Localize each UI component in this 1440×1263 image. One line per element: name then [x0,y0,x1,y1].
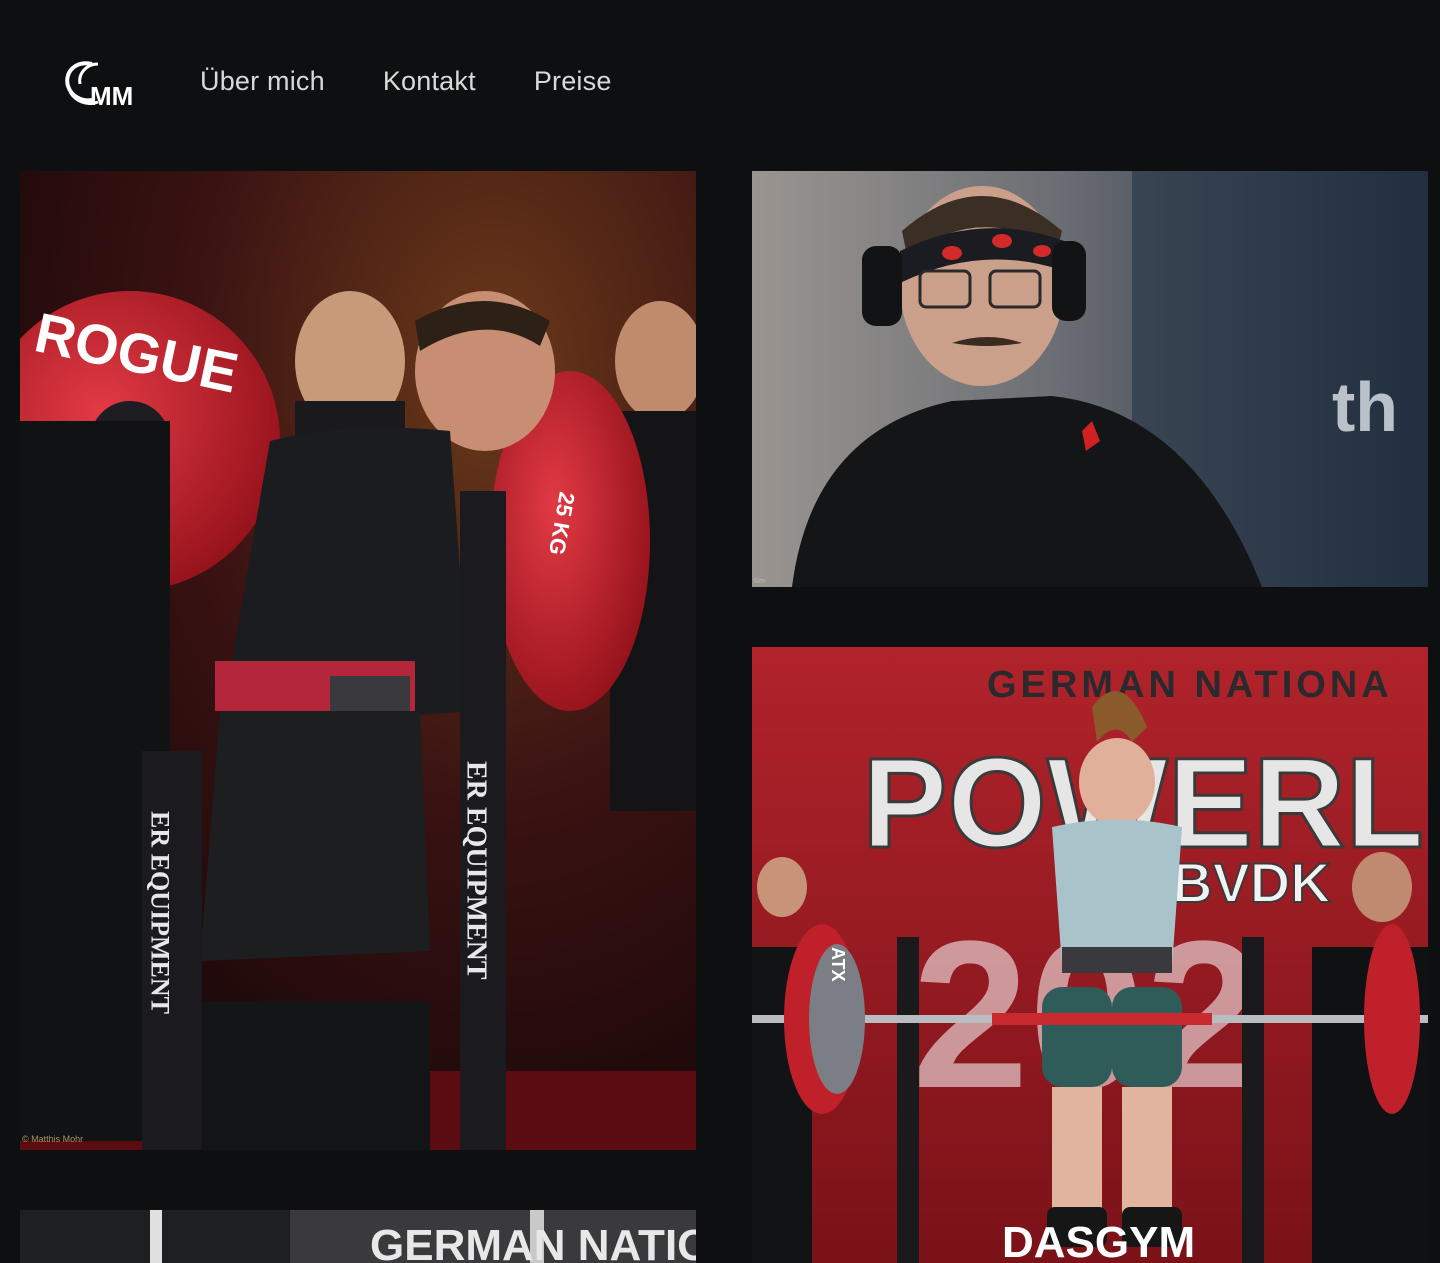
nav-ueber-mich[interactable]: Über mich [200,66,325,97]
site-header: MM Über mich Kontakt Preise [0,0,1440,170]
photo-portrait-headphones[interactable]: th ©m [752,171,1428,587]
banner-top: GERMAN NATIONA [987,664,1393,706]
photo-credit: © Matthis Mohr [22,1134,84,1144]
rack-text-left: ER EQUIPMENT [146,811,175,1014]
logo-mm-icon[interactable]: MM [62,58,136,112]
banner-top-2: GERMAN NATIONA [370,1221,696,1263]
plate-brand-atx: ATX [828,947,848,982]
photo-squat-lifter[interactable]: ROGUE 25 KG ER EQUIPMENT ER EQUIPMENT © … [20,171,696,1150]
rack-text-right: ER EQUIPMENT [461,761,492,980]
svg-text:th: th [1332,368,1398,446]
nav-preise[interactable]: Preise [534,66,612,97]
logo-text: MM [90,81,133,111]
sponsor-logo: DASGYM [1002,1218,1195,1263]
photo-credit-small: ©m [754,578,765,585]
photo-competition-banner[interactable]: GERMAN NATIONA [20,1210,696,1263]
photo-female-lifter[interactable]: GERMAN NATIONA POWERLIFT BVDK 202 ATX DA… [752,647,1428,1263]
nav-kontakt[interactable]: Kontakt [383,66,476,97]
main-nav: Über mich Kontakt Preise [200,66,612,97]
